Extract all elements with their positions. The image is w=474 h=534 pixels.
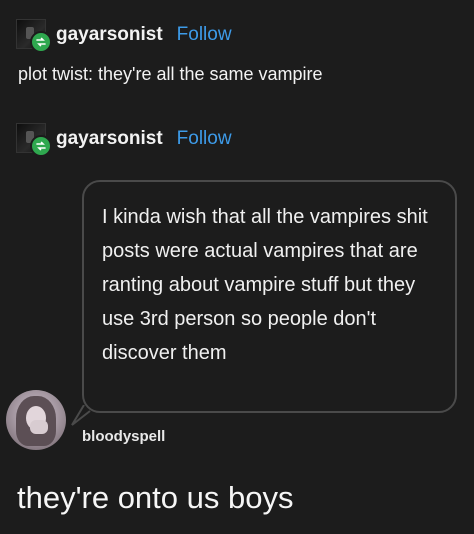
follow-button[interactable]: Follow xyxy=(177,128,232,150)
avatar-gayarsonist-1[interactable] xyxy=(16,19,52,53)
post-header-1: gayarsonist Follow xyxy=(16,18,232,53)
post-text: plot twist: they're all the same vampire xyxy=(18,64,323,84)
quote-bubble: I kinda wish that all the vampires shit … xyxy=(82,180,457,413)
avatar-hand xyxy=(30,420,48,434)
avatar-gayarsonist-2[interactable] xyxy=(16,123,52,157)
caption-text: they're onto us boys xyxy=(17,480,294,515)
username[interactable]: gayarsonist xyxy=(56,24,163,46)
follow-button[interactable]: Follow xyxy=(177,24,232,46)
reblog-icon xyxy=(30,31,52,53)
reblog-icon xyxy=(30,135,52,157)
avatar-bloodyspell[interactable] xyxy=(6,390,66,450)
quote-author[interactable]: bloodyspell xyxy=(82,428,165,445)
username[interactable]: gayarsonist xyxy=(56,128,163,150)
quote-text: I kinda wish that all the vampires shit … xyxy=(102,206,428,364)
post-header-2: gayarsonist Follow xyxy=(16,122,232,157)
